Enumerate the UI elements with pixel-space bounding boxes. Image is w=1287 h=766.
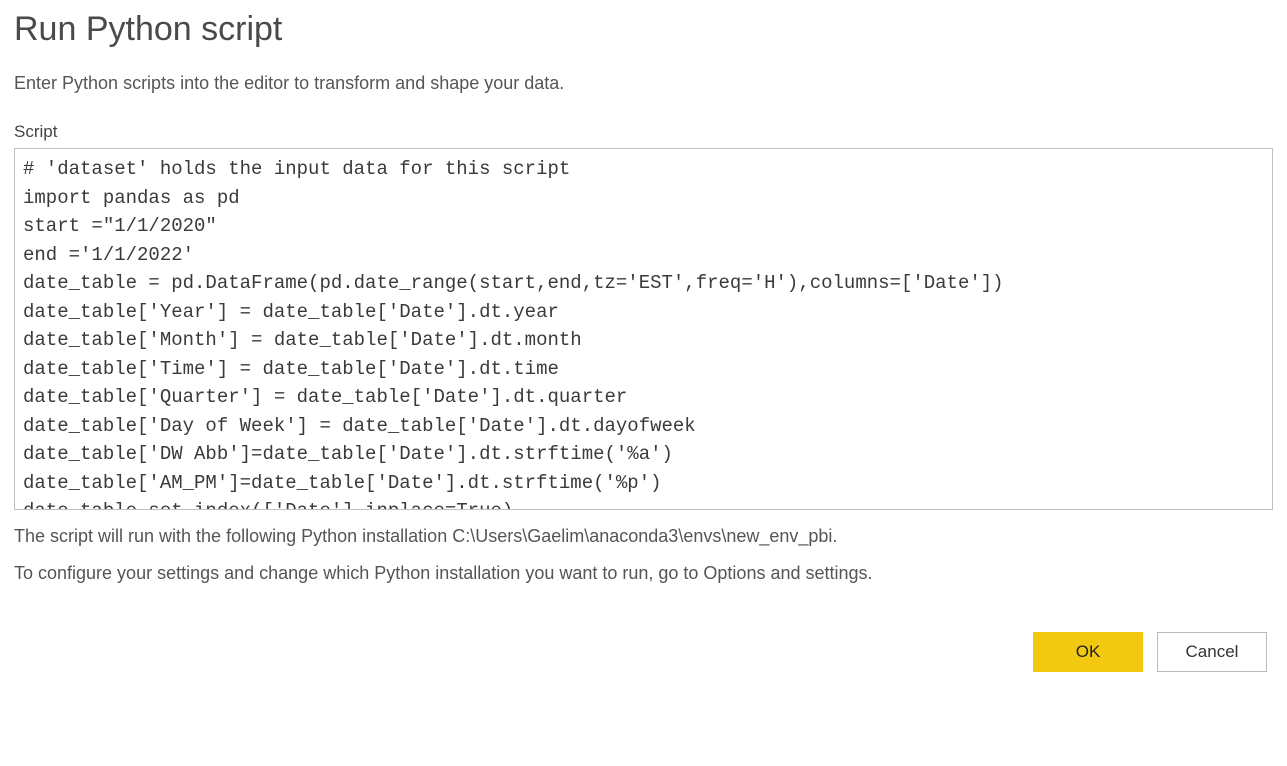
- dialog-subtitle: Enter Python scripts into the editor to …: [14, 73, 1273, 94]
- script-editor-wrapper: [14, 148, 1273, 510]
- configure-info: To configure your settings and change wh…: [14, 559, 1273, 588]
- script-editor[interactable]: [15, 149, 1272, 509]
- run-python-script-dialog: Run Python script Enter Python scripts i…: [14, 10, 1273, 672]
- dialog-button-row: OK Cancel: [14, 632, 1273, 672]
- cancel-button[interactable]: Cancel: [1157, 632, 1267, 672]
- python-install-info: The script will run with the following P…: [14, 522, 1273, 551]
- ok-button[interactable]: OK: [1033, 632, 1143, 672]
- dialog-title: Run Python script: [14, 10, 1273, 49]
- script-field-label: Script: [14, 122, 1273, 142]
